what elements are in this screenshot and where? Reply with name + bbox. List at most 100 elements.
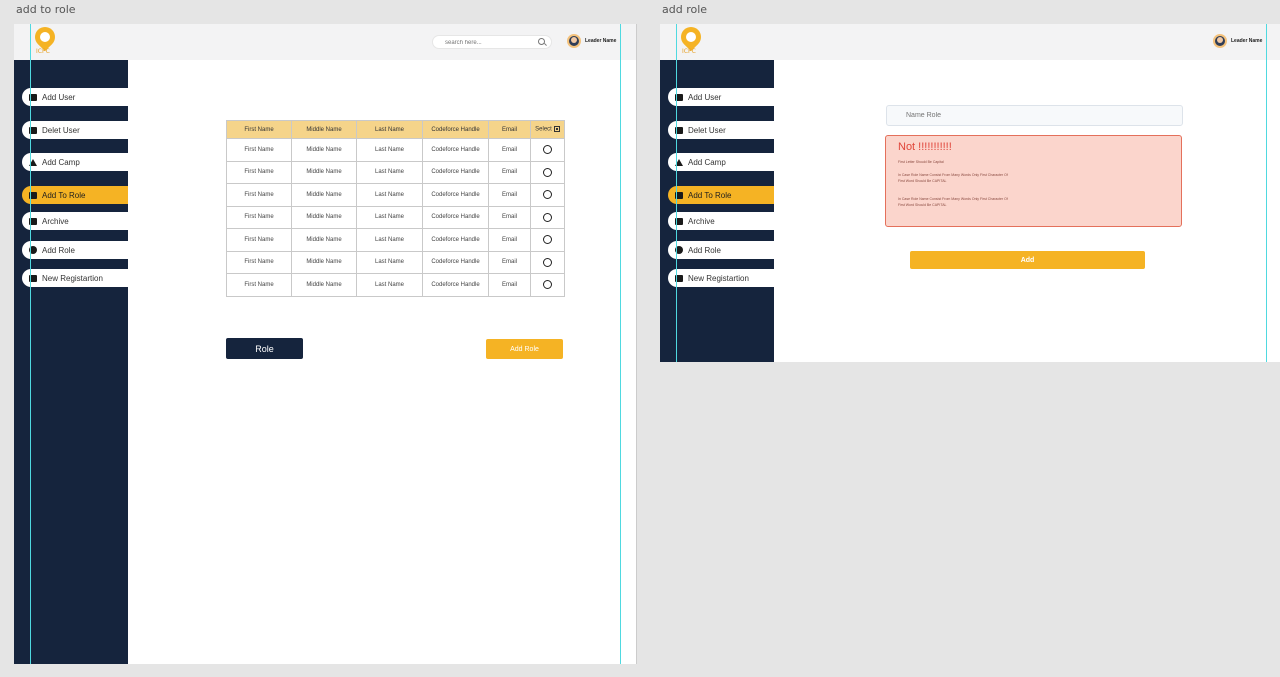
add-to-role-screen: ICPC Leader Name Add User Delet User Add…: [14, 24, 637, 664]
table-row: First Name Middle Name Last Name Codefor…: [226, 205, 565, 229]
layout-guide: [620, 24, 621, 664]
sidebar-item-label: Add To Role: [42, 190, 86, 200]
layout-guide: [676, 24, 677, 362]
sidebar-item-label: Archive: [688, 216, 715, 226]
sidebar-item-new-registartion[interactable]: New Registartion: [22, 269, 128, 287]
cell-middle-name: Middle Name: [291, 205, 357, 229]
error-message: First Letter Should Be Capital: [898, 160, 944, 164]
sidebar-item-label: Add To Role: [688, 190, 732, 200]
column-header: Middle Name: [291, 120, 357, 139]
cell-last-name: Last Name: [356, 250, 423, 274]
cell-select: [530, 273, 565, 297]
sidebar-item-archive[interactable]: Archive: [22, 212, 128, 230]
role-button[interactable]: Role: [226, 338, 303, 359]
user-menu[interactable]: Leader Name: [1213, 34, 1262, 48]
cell-first-name: First Name: [226, 273, 292, 297]
column-header-select: Select: [530, 120, 565, 139]
validation-error-box: Not !!!!!!!!!!! First Letter Should Be C…: [885, 135, 1182, 227]
sidebar-item-add-to-role[interactable]: Add To Role: [22, 186, 128, 204]
column-header: Email: [488, 120, 531, 139]
logo-text: ICPC: [36, 48, 50, 55]
table-row: First Name Middle Name Last Name Codefor…: [226, 160, 565, 184]
cell-last-name: Last Name: [356, 205, 423, 229]
search-icon[interactable]: [538, 38, 545, 45]
table-row: First Name Middle Name Last Name Codefor…: [226, 273, 565, 297]
sidebar-item-label: Add Role: [42, 245, 75, 255]
table-row: First Name Middle Name Last Name Codefor…: [226, 138, 565, 162]
cell-codeforce-handle: Codeforce Handle: [422, 250, 489, 274]
sidebar-item-add-user[interactable]: Add User: [22, 88, 128, 106]
sidebar: Add User Delet User Add Camp Add To Role…: [660, 60, 774, 362]
cell-last-name: Last Name: [356, 228, 423, 252]
sidebar-item-label: New Registartion: [42, 273, 103, 283]
sidebar-item-archive[interactable]: Archive: [668, 212, 774, 230]
select-radio[interactable]: [543, 167, 552, 177]
users-table: First Name Middle Name Last Name Codefor…: [226, 120, 565, 297]
cell-first-name: First Name: [226, 205, 292, 229]
select-radio[interactable]: [543, 190, 552, 200]
error-message: In Case Role Name Consist From Many Word…: [898, 197, 1008, 201]
cell-select: [530, 160, 565, 184]
table-row: First Name Middle Name Last Name Codefor…: [226, 228, 565, 252]
cell-email: Email: [488, 273, 531, 297]
select-radio[interactable]: [543, 257, 552, 267]
cell-last-name: Last Name: [356, 160, 423, 184]
sidebar-item-new-registartion[interactable]: New Registartion: [668, 269, 774, 287]
sidebar-item-label: Add User: [688, 92, 722, 102]
sidebar-item-label: New Registartion: [688, 273, 749, 283]
avatar[interactable]: [567, 34, 581, 48]
cell-first-name: First Name: [226, 138, 292, 162]
select-radio[interactable]: [543, 145, 552, 155]
add-role-button[interactable]: Add Role: [486, 339, 563, 359]
add-role-screen: ICPC Leader Name Add User Delet User Add…: [660, 24, 1280, 362]
cell-last-name: Last Name: [356, 273, 423, 297]
sidebar-item-add-camp[interactable]: Add Camp: [22, 153, 128, 171]
cell-codeforce-handle: Codeforce Handle: [422, 228, 489, 252]
cell-email: Email: [488, 228, 531, 252]
cell-middle-name: Middle Name: [291, 160, 357, 184]
name-role-input[interactable]: [886, 105, 1183, 126]
cell-codeforce-handle: Codeforce Handle: [422, 205, 489, 229]
sidebar-item-label: Add Camp: [688, 157, 726, 167]
column-header: Codeforce Handle: [422, 120, 489, 139]
sidebar-item-label: Delet User: [42, 125, 80, 135]
top-bar: ICPC Leader Name: [14, 24, 636, 60]
error-message: In Case Role Name Consist From Many Word…: [898, 173, 1008, 177]
cell-codeforce-handle: Codeforce Handle: [422, 183, 489, 207]
sidebar: Add User Delet User Add Camp Add To Role…: [14, 60, 128, 664]
sidebar-item-add-role[interactable]: Add Role: [668, 241, 774, 259]
user-name: Leader Name: [1231, 38, 1263, 44]
avatar[interactable]: [1213, 34, 1227, 48]
error-title: Not !!!!!!!!!!!: [898, 141, 952, 153]
sidebar-item-label: Add User: [42, 92, 76, 102]
sidebar-item-add-user[interactable]: Add User: [668, 88, 774, 106]
sidebar-item-add-role[interactable]: Add Role: [22, 241, 128, 259]
cell-codeforce-handle: Codeforce Handle: [422, 138, 489, 162]
cell-first-name: First Name: [226, 183, 292, 207]
select-radio[interactable]: [543, 212, 552, 222]
search-bar[interactable]: [432, 35, 552, 49]
column-header: Last Name: [356, 120, 423, 139]
search-input[interactable]: [445, 37, 535, 48]
select-label: Select: [535, 126, 552, 133]
sidebar-item-add-to-role[interactable]: Add To Role: [668, 186, 774, 204]
column-header: First Name: [226, 120, 292, 139]
error-message: First Word Should Be CAPITAL: [898, 179, 947, 183]
add-button[interactable]: Add: [910, 251, 1145, 269]
select-all-checkbox[interactable]: [553, 126, 560, 133]
user-menu[interactable]: Leader Name: [567, 34, 616, 48]
sidebar-item-label: Archive: [42, 216, 69, 226]
table-row: First Name Middle Name Last Name Codefor…: [226, 183, 565, 207]
sidebar-item-delet-user[interactable]: Delet User: [668, 121, 774, 139]
logo-text: ICPC: [682, 48, 696, 55]
sidebar-item-delet-user[interactable]: Delet User: [22, 121, 128, 139]
layout-guide: [30, 24, 31, 664]
cell-middle-name: Middle Name: [291, 138, 357, 162]
cell-middle-name: Middle Name: [291, 228, 357, 252]
select-radio[interactable]: [543, 235, 552, 245]
cell-last-name: Last Name: [356, 138, 423, 162]
select-radio[interactable]: [543, 280, 552, 290]
table-header-row: First Name Middle Name Last Name Codefor…: [226, 120, 565, 139]
sidebar-item-add-camp[interactable]: Add Camp: [668, 153, 774, 171]
artboard-label-right: add role: [662, 3, 708, 16]
